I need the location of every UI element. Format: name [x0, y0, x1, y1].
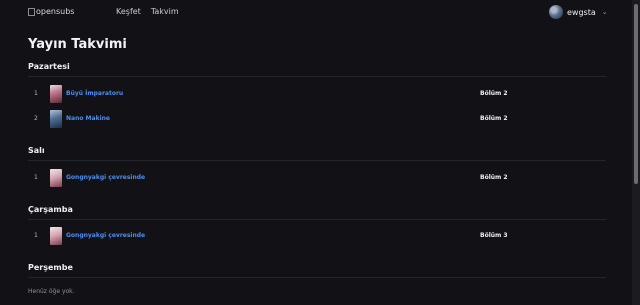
- chevron-down-icon[interactable]: ⌄: [602, 8, 608, 16]
- divider: [28, 76, 606, 77]
- nav-link-kesfet[interactable]: Keşfet: [116, 7, 141, 16]
- broken-image-icon: [28, 7, 35, 16]
- empty-state-text: Henüz öğe yok.: [28, 288, 75, 295]
- schedule-row[interactable]: 1 Gongnyakgi çevresinde Bölüm 2: [28, 169, 606, 187]
- day-heading: Çarşamba: [28, 205, 73, 214]
- day-heading: Perşembe: [28, 263, 73, 272]
- cover-thumbnail[interactable]: [50, 85, 62, 103]
- top-nav: opensubs Keşfet Takvim ewgsta ⌄: [0, 0, 632, 26]
- username[interactable]: ewgsta: [567, 8, 596, 17]
- page-title: Yayın Takvimi: [28, 37, 127, 52]
- day-heading: Pazartesi: [28, 62, 70, 71]
- series-title-link[interactable]: Gongnyakgi çevresinde: [66, 174, 145, 181]
- schedule-row[interactable]: 2 Nano Makine Bölüm 2: [28, 110, 606, 128]
- logo-alt-text: opensubs: [36, 7, 75, 16]
- series-title-link[interactable]: Gongnyakgi çevresinde: [66, 232, 145, 239]
- cover-thumbnail[interactable]: [50, 169, 62, 187]
- row-index: 2: [34, 115, 38, 122]
- series-title-link[interactable]: Büyü İmparatoru: [66, 90, 123, 97]
- scrollbar-thumb[interactable]: [634, 4, 638, 184]
- row-index: 1: [34, 90, 38, 97]
- episode-label: Bölüm 2: [480, 174, 508, 181]
- site-logo[interactable]: opensubs: [28, 7, 74, 16]
- cover-thumbnail[interactable]: [50, 227, 62, 245]
- nav-links: Keşfet Takvim: [116, 7, 179, 16]
- divider: [28, 219, 606, 220]
- schedule-row[interactable]: 1 Büyü İmparatoru Bölüm 2: [28, 85, 606, 103]
- episode-label: Bölüm 2: [480, 90, 508, 97]
- row-index: 1: [34, 232, 38, 239]
- cover-thumbnail[interactable]: [50, 110, 62, 128]
- episode-label: Bölüm 3: [480, 232, 508, 239]
- row-index: 1: [34, 174, 38, 181]
- avatar[interactable]: [549, 5, 563, 19]
- episode-label: Bölüm 2: [480, 115, 508, 122]
- series-title-link[interactable]: Nano Makine: [66, 115, 110, 122]
- user-menu[interactable]: ewgsta ⌄: [549, 5, 608, 19]
- divider: [28, 160, 606, 161]
- nav-link-takvim[interactable]: Takvim: [151, 7, 179, 16]
- schedule-row[interactable]: 1 Gongnyakgi çevresinde Bölüm 3: [28, 227, 606, 245]
- divider: [28, 277, 606, 278]
- vertical-scrollbar[interactable]: [632, 0, 640, 305]
- day-heading: Salı: [28, 146, 45, 155]
